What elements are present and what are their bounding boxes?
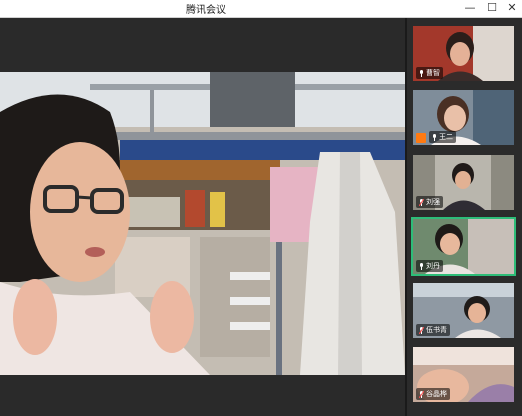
participant-label-6: 谷晶桦	[416, 388, 450, 400]
close-button[interactable]: ✕	[502, 0, 522, 16]
user-avatar-icon	[416, 133, 426, 143]
participant-name: 刘丹	[426, 262, 440, 270]
title-bar: 腾讯会议 — ☐ ✕	[0, 0, 522, 18]
participant-label-3: 刘强	[416, 196, 443, 208]
participant-label-4: 刘丹	[416, 260, 443, 272]
participant-name: 伍书青	[426, 326, 447, 334]
participant-sidebar: 曹智 王二 刘强 刘丹 伍书青 谷晶桦	[405, 18, 522, 416]
participant-name: 王二	[439, 133, 453, 141]
maximize-button[interactable]: ☐	[482, 0, 502, 16]
participant-tile-3[interactable]: 刘强	[413, 155, 514, 210]
participant-tile-5[interactable]: 伍书青	[413, 283, 514, 338]
main-video-image	[0, 72, 405, 375]
participant-name: 刘强	[426, 198, 440, 206]
microphone-muted-icon	[419, 390, 424, 398]
participant-label-1: 曹智	[416, 67, 443, 79]
minimize-button[interactable]: —	[460, 0, 480, 16]
window-title: 腾讯会议	[186, 5, 226, 16]
participant-tile-6[interactable]: 谷晶桦	[413, 347, 514, 402]
main-video-feed[interactable]	[0, 72, 405, 375]
main-video-area	[0, 18, 405, 416]
participant-name: 谷晶桦	[426, 390, 447, 398]
participant-tile-1[interactable]: 曹智	[413, 26, 514, 81]
microphone-icon	[419, 69, 424, 77]
microphone-muted-icon	[419, 326, 424, 334]
microphone-icon	[432, 133, 437, 141]
participant-tile-2[interactable]: 王二	[413, 90, 514, 145]
participant-label-5: 伍书青	[416, 324, 450, 336]
microphone-icon	[419, 262, 424, 270]
participant-tile-4[interactable]: 刘丹	[411, 217, 516, 276]
participant-name: 曹智	[426, 69, 440, 77]
microphone-muted-icon	[419, 198, 424, 206]
participant-label-2: 王二	[429, 131, 456, 143]
